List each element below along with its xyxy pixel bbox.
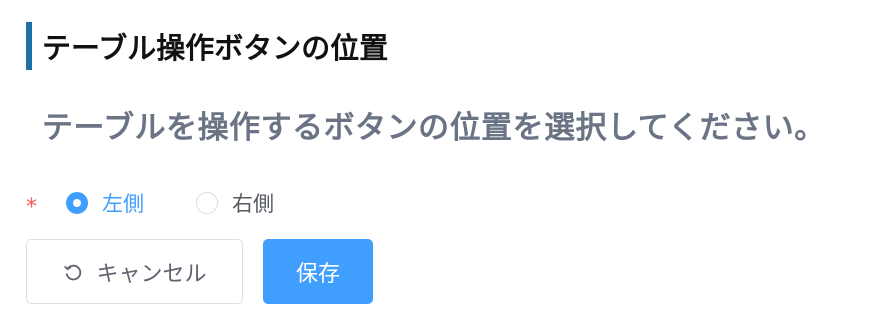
radio-right-unchecked[interactable] bbox=[196, 192, 218, 214]
save-button-label: 保存 bbox=[295, 260, 340, 286]
section-title: テーブル操作ボタンの位置 bbox=[26, 22, 388, 70]
question-text: テーブルを操作するボタンの位置を選択してください。 bbox=[42, 110, 826, 146]
radio-label-right: 右側 bbox=[232, 192, 274, 216]
radio-option-right[interactable]: 右側 bbox=[196, 188, 274, 218]
radio-option-left[interactable]: 左側 bbox=[66, 188, 144, 218]
refresh-icon bbox=[62, 261, 84, 283]
radio-label-left: 左側 bbox=[102, 192, 144, 216]
save-button[interactable]: 保存 bbox=[263, 239, 373, 304]
section-title-text: テーブル操作ボタンの位置 bbox=[42, 31, 389, 65]
cancel-button[interactable]: キャンセル bbox=[26, 239, 243, 304]
radio-left-checked[interactable] bbox=[66, 192, 88, 214]
radio-dot bbox=[73, 199, 81, 207]
position-radio-group: * 左側 右側 bbox=[26, 186, 326, 220]
required-mark: * bbox=[26, 194, 37, 220]
cancel-button-label: キャンセル bbox=[96, 260, 207, 286]
